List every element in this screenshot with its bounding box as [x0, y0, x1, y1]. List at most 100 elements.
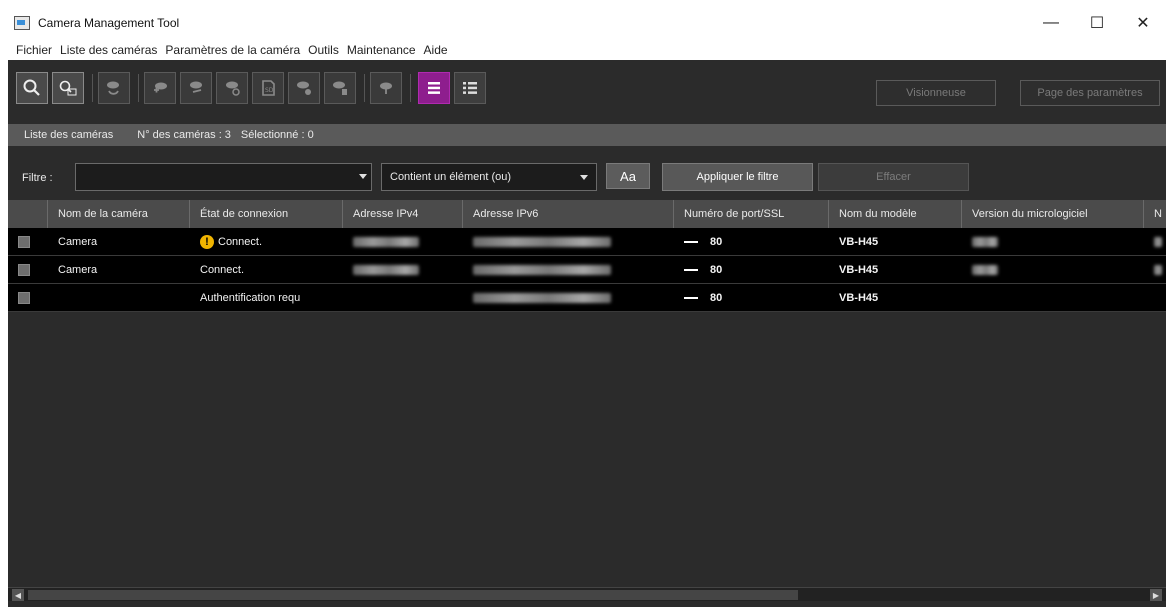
- camera-add-icon: [154, 82, 167, 93]
- settings-page-button[interactable]: Page des paramètres: [1020, 80, 1160, 106]
- cell-port-value: 80: [710, 291, 723, 304]
- camera-edit-button[interactable]: [180, 72, 212, 104]
- apply-filter-button[interactable]: Appliquer le filtre: [662, 163, 813, 191]
- toolbar-separator: [410, 74, 411, 102]
- maximize-button[interactable]: ☐: [1074, 8, 1120, 38]
- detail-view-button[interactable]: [454, 72, 486, 104]
- cell-port: 80: [674, 256, 829, 283]
- column-header-more[interactable]: N: [1144, 200, 1166, 228]
- camera-network-button[interactable]: [216, 72, 248, 104]
- cell-firmware: [962, 228, 1144, 255]
- camera-settings-button[interactable]: [288, 72, 320, 104]
- cell-port-value: 80: [710, 263, 723, 276]
- cell-model: VB-H45: [839, 291, 879, 304]
- table-row[interactable]: Camera Connect. 80 VB-H45: [8, 256, 1166, 284]
- camera-count: N° des caméras : 3: [137, 129, 231, 141]
- selected-count: Sélectionné : 0: [240, 129, 314, 141]
- toolbar: SD Visionneuse Page des paramètres: [8, 60, 1166, 116]
- search-camera-button[interactable]: [16, 72, 48, 104]
- cell-firmware: [962, 256, 1144, 283]
- camera-view-button[interactable]: [370, 72, 402, 104]
- row-checkbox[interactable]: [18, 235, 30, 248]
- search-camera-range-button[interactable]: [52, 72, 84, 104]
- cell-connection-state: Authentification requ: [200, 291, 301, 304]
- svg-text:SD: SD: [265, 87, 274, 94]
- column-header-select[interactable]: [8, 200, 48, 228]
- row-checkbox[interactable]: [18, 263, 30, 276]
- menu-help[interactable]: Aide: [420, 43, 452, 57]
- table-empty-area: [8, 313, 1166, 585]
- cell-ipv4: [343, 256, 463, 283]
- minimize-button[interactable]: —: [1028, 8, 1074, 38]
- viewer-button[interactable]: Visionneuse: [876, 80, 996, 106]
- list-view-button[interactable]: [418, 72, 450, 104]
- menu-camera-list[interactable]: Liste des caméras: [56, 43, 161, 57]
- match-case-button[interactable]: Aa: [606, 163, 650, 189]
- column-header-model[interactable]: Nom du modèle: [829, 200, 962, 228]
- camera-add-button[interactable]: [144, 72, 176, 104]
- table-row[interactable]: Authentification requ 80 VB-H45: [8, 284, 1166, 312]
- camera-list-bar: Liste des caméras N° des caméras : 3 Sél…: [8, 124, 1166, 146]
- camera-table: Camera ! Connect. 80 VB-H45 Camera Conne…: [8, 228, 1166, 312]
- scroll-left-icon[interactable]: ◀: [12, 589, 24, 601]
- cell-ipv4: [343, 228, 463, 255]
- cell-connection-state: ! Connect.: [190, 228, 343, 255]
- cell-connection-text: Connect.: [218, 235, 263, 248]
- column-header-ipv4[interactable]: Adresse IPv4: [343, 200, 463, 228]
- cell-ipv6: [463, 256, 674, 283]
- warning-icon: !: [200, 234, 214, 249]
- cell-connection-state: Connect.: [200, 263, 245, 276]
- toolbar-separator: [364, 74, 365, 102]
- column-header-ipv6[interactable]: Adresse IPv6: [463, 200, 674, 228]
- ssl-off-icon: [684, 296, 698, 299]
- camera-edit-icon: [190, 81, 202, 93]
- title-bar: Camera Management Tool — ☐ ✕: [8, 8, 1166, 38]
- filter-input[interactable]: [75, 163, 372, 191]
- column-header-firmware[interactable]: Version du micrologiciel: [962, 200, 1144, 228]
- filter-mode-select[interactable]: Contient un élément (ou): [381, 163, 597, 191]
- cell-ipv4: [343, 284, 463, 311]
- menu-camera-settings[interactable]: Paramètres de la caméra: [161, 43, 304, 57]
- camera-export-button[interactable]: [324, 72, 356, 104]
- scroll-right-icon[interactable]: ▶: [1150, 589, 1162, 601]
- window-title: Camera Management Tool: [38, 16, 180, 30]
- search-icon: [23, 79, 40, 96]
- column-header-connection-state[interactable]: État de connexion: [190, 200, 343, 228]
- list-title: Liste des caméras: [24, 129, 114, 141]
- search-range-icon: [59, 80, 77, 96]
- toolbar-separator: [138, 74, 139, 102]
- cell-model: VB-H45: [839, 263, 879, 276]
- table-row[interactable]: Camera ! Connect. 80 VB-H45: [8, 228, 1166, 256]
- horizontal-scrollbar[interactable]: ◀ ▶: [8, 587, 1166, 601]
- cell-port: 80: [674, 284, 829, 311]
- column-header-port-ssl[interactable]: Numéro de port/SSL: [674, 200, 829, 228]
- toolbar-separator: [92, 74, 93, 102]
- cell-ipv6: [463, 228, 674, 255]
- cell-port-value: 80: [710, 235, 723, 248]
- cell-camera-name: Camera: [58, 263, 98, 276]
- menu-file[interactable]: Fichier: [12, 43, 56, 57]
- row-checkbox[interactable]: [18, 291, 30, 304]
- window-controls: — ☐ ✕: [1028, 8, 1166, 38]
- camera-network-icon: [226, 81, 240, 96]
- menu-maintenance[interactable]: Maintenance: [343, 43, 420, 57]
- cell-more: [1144, 256, 1166, 283]
- cell-more: [1144, 284, 1166, 311]
- ssl-off-icon: [684, 240, 698, 243]
- close-button[interactable]: ✕: [1120, 8, 1166, 38]
- menu-tools[interactable]: Outils: [304, 43, 343, 57]
- filter-dropdown-arrow-icon[interactable]: [359, 174, 367, 179]
- camera-refresh-button[interactable]: [98, 72, 130, 104]
- filter-label: Filtre :: [22, 172, 53, 184]
- main-area: SD Visionneuse Page des paramètres Liste…: [8, 60, 1166, 607]
- cell-camera-name: Camera: [58, 235, 98, 248]
- column-header-camera-name[interactable]: Nom de la caméra: [48, 200, 190, 228]
- clear-filter-button[interactable]: Effacer: [818, 163, 969, 191]
- chevron-down-icon: [580, 175, 588, 180]
- list-view-icon: [428, 82, 440, 94]
- camera-icon: [380, 82, 392, 94]
- scrollbar-thumb[interactable]: [28, 590, 798, 600]
- menu-bar: Fichier Liste des caméras Paramètres de …: [8, 40, 1166, 60]
- filter-mode-value: Contient un élément (ou): [390, 171, 512, 183]
- sd-card-button[interactable]: SD: [252, 72, 284, 104]
